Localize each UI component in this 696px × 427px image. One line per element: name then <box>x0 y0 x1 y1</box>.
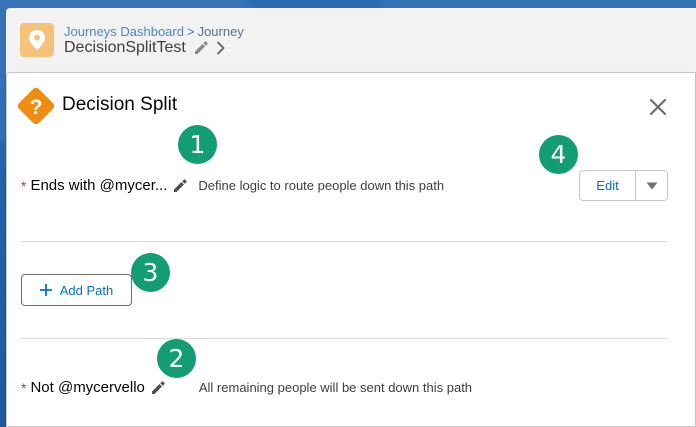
caret-down-icon <box>646 182 657 189</box>
path-row-1: * Ends with @mycer... Define logic to ro… <box>21 177 444 194</box>
required-indicator: * <box>21 379 27 396</box>
path-divider <box>21 338 667 339</box>
required-indicator: * <box>21 177 27 194</box>
panel-header: ? Decision Split <box>7 73 695 133</box>
journey-title: DecisionSplitTest <box>64 39 186 56</box>
breadcrumb: Journeys Dashboard > Journey <box>64 24 244 39</box>
add-path-button[interactable]: Add Path <box>21 274 132 306</box>
step-badge-3: 3 <box>131 253 170 292</box>
edit-button[interactable]: Edit <box>580 171 636 200</box>
edit-path-name-pencil-icon[interactable] <box>151 380 165 395</box>
path-row-2: * Not @mycervello All remaining people w… <box>21 379 472 396</box>
plus-icon <box>39 284 52 296</box>
breadcrumb-journeys-dashboard[interactable]: Journeys Dashboard <box>64 24 184 39</box>
breadcrumb-current: Journey <box>197 24 244 39</box>
edit-menu-button[interactable] <box>636 171 667 200</box>
step-badge-2: 2 <box>157 339 196 378</box>
edit-title-pencil-icon[interactable] <box>194 41 208 55</box>
journey-title-row: DecisionSplitTest <box>64 39 226 57</box>
step-badge-1: 1 <box>178 125 217 164</box>
journey-header: Journeys Dashboard > Journey DecisionSplit… <box>6 8 696 78</box>
journey-badge <box>20 23 54 57</box>
chevron-right-icon[interactable] <box>216 41 226 55</box>
path-description: All remaining people will be sent down t… <box>198 380 473 395</box>
map-pin-icon <box>29 30 45 50</box>
question-diamond-icon: ? <box>17 87 55 125</box>
path-name: Ends with @mycer... <box>30 177 168 194</box>
breadcrumb-separator: > <box>186 24 195 39</box>
add-path-label: Add Path <box>59 282 114 298</box>
path-name: Not @mycervello <box>30 379 145 396</box>
panel-title: Decision Split <box>62 94 178 115</box>
step-badge-4: 4 <box>539 135 578 174</box>
decision-split-panel: ? Decision Split * Ends with @mycer... D… <box>6 72 696 427</box>
edit-path-name-pencil-icon[interactable] <box>173 178 187 193</box>
path-description: Define logic to route people down this p… <box>198 178 445 193</box>
edit-button-group: Edit <box>579 170 668 201</box>
path-divider <box>21 241 667 242</box>
svg-text:?: ? <box>30 96 43 119</box>
close-icon[interactable] <box>647 96 669 118</box>
